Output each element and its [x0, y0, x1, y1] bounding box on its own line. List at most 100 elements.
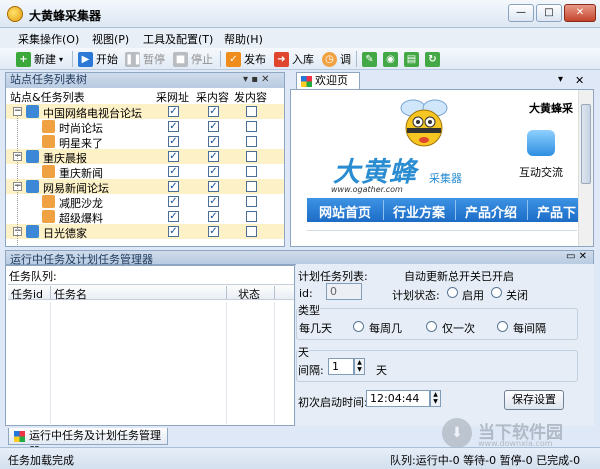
community-icon[interactable] — [527, 130, 555, 156]
vertical-scrollbar[interactable] — [578, 90, 593, 246]
checkbox-c3[interactable] — [246, 121, 257, 132]
menu-collect[interactable]: 采集操作(O) — [18, 31, 79, 47]
scroll-thumb[interactable] — [581, 104, 591, 184]
checkbox-c2[interactable]: ✓ — [208, 121, 219, 132]
queue-grid-header: 任务id 任务名 状态 — [8, 284, 294, 302]
rss-button[interactable]: ◉ — [383, 50, 398, 68]
checkbox-c3[interactable] — [246, 211, 257, 222]
checkbox-c2[interactable]: ✓ — [208, 106, 219, 117]
windows-logo-icon — [301, 76, 312, 87]
community-link[interactable]: 互动交流 — [519, 164, 563, 180]
tree-site-row[interactable]: − 日光德家 ✓ ✓ — [6, 224, 284, 240]
checkbox-c3[interactable] — [246, 151, 257, 162]
checkbox-c2[interactable]: ✓ — [208, 166, 219, 177]
tree-site-row[interactable]: − 网易新闻论坛 ✓ ✓ — [6, 179, 284, 195]
col-status[interactable]: 状态 — [238, 286, 260, 302]
tree-task-row[interactable]: 时尚论坛 ✓ ✓ — [6, 119, 284, 135]
bee-app-icon — [7, 6, 23, 22]
welcome-page-view[interactable]: 大黄蜂 采集器 www.ogather.com 大黄蜂采 互动交流 网站首页 行… — [290, 89, 594, 247]
tree-task-row[interactable]: 超级爆料 ✓ ✓ — [6, 209, 284, 225]
save-settings-button[interactable]: 保存设置 — [504, 390, 564, 410]
checkbox-c3[interactable] — [246, 196, 257, 207]
checkbox-c1[interactable]: ✓ — [168, 166, 179, 177]
start-time-field[interactable]: 12:04:44 — [366, 390, 430, 407]
tools-button[interactable]: ✎ — [362, 50, 377, 68]
radio-every-week[interactable] — [353, 321, 364, 332]
menu-tools[interactable]: 工具及配置(T) — [143, 31, 213, 47]
tab-run-manager[interactable]: 运行中任务及计划任务管理器 — [8, 428, 168, 458]
checkbox-c3[interactable] — [246, 106, 257, 117]
radio-disable[interactable] — [491, 287, 502, 298]
checkbox-c1[interactable]: ✓ — [168, 226, 179, 237]
auto-update-status: 自动更新总开关已开启 — [404, 270, 514, 283]
start-time-label: 初次启动时间: — [298, 396, 368, 409]
refresh-button[interactable]: ↻ — [425, 50, 440, 68]
stop-button[interactable]: ■ 停止 — [173, 50, 213, 68]
checkbox-c1[interactable]: ✓ — [168, 181, 179, 192]
checkbox-c2[interactable]: ✓ — [208, 136, 219, 147]
checkbox-c2[interactable]: ✓ — [208, 181, 219, 192]
tree-site-row[interactable]: − 重庆晨报 ✓ ✓ — [6, 149, 284, 165]
checkbox-c2[interactable]: ✓ — [208, 211, 219, 222]
schedule-id-field[interactable]: 0 — [326, 283, 362, 300]
col-task-id[interactable]: 任务id — [11, 286, 43, 302]
nav-solutions[interactable]: 行业方案 — [393, 202, 445, 221]
publish-button[interactable]: ✓ 发布 — [226, 50, 266, 68]
radio-enable[interactable] — [447, 287, 458, 298]
tree-task-row[interactable]: 重庆新闻 ✓ ✓ — [6, 164, 284, 180]
close-button[interactable]: ✕ — [564, 4, 596, 22]
checkbox-c3[interactable] — [246, 166, 257, 177]
tree-task-row[interactable]: 减肥沙龙 ✓ ✓ — [6, 194, 284, 210]
menu-help[interactable]: 帮助(H) — [224, 31, 263, 47]
pause-button[interactable]: ❚❚ 暂停 — [125, 50, 165, 68]
search-icon — [42, 195, 55, 208]
import-button[interactable]: ➜ 入库 — [274, 50, 314, 68]
minimize-button[interactable]: — — [508, 4, 534, 22]
checkbox-c2[interactable]: ✓ — [208, 196, 219, 207]
status-message: 任务加载完成 — [8, 454, 74, 467]
tree-task-row[interactable]: 明星来了 ✓ ✓ — [6, 134, 284, 150]
nav-home[interactable]: 网站首页 — [319, 202, 371, 221]
tab-list-arrow-icon[interactable]: ▾ — [558, 74, 563, 85]
checkbox-c1[interactable]: ✓ — [168, 106, 179, 117]
windows-logo-icon — [14, 431, 25, 442]
start-time-spinner[interactable]: ▲ ▼ — [430, 390, 441, 407]
col-task-name[interactable]: 任务名 — [54, 286, 87, 302]
print-button[interactable]: ▤ — [404, 50, 419, 68]
wrench-icon: ✎ — [362, 51, 377, 67]
toolbar: + 新建 ▾ ▶ 开始 ❚❚ 暂停 ■ 停止 ✓ 发布 ➜ 入库 ◷ 调 ✎ ◉… — [0, 48, 600, 70]
interval-unit: 天 — [376, 364, 387, 377]
nav-download[interactable]: 产品下 — [537, 202, 576, 221]
new-button[interactable]: + 新建 ▾ — [16, 50, 63, 68]
type-every-n-days-label: 每几天 — [299, 322, 332, 335]
interval-spinner[interactable]: ▲ ▼ — [354, 358, 365, 375]
checkbox-c1[interactable]: ✓ — [168, 211, 179, 222]
schedule-list-label: 计划任务列表: — [298, 270, 368, 283]
checkbox-c3[interactable] — [246, 136, 257, 147]
tab-close-icon[interactable]: ✕ — [575, 74, 584, 87]
checkbox-c1[interactable]: ✓ — [168, 136, 179, 147]
checkbox-c1[interactable]: ✓ — [168, 121, 179, 132]
search-icon — [42, 165, 55, 178]
maximize-button[interactable]: □ — [536, 4, 562, 22]
run-panel-controls[interactable]: ▭ ✕ — [566, 251, 587, 262]
checkbox-c3[interactable] — [246, 226, 257, 237]
nav-products[interactable]: 产品介绍 — [465, 202, 517, 221]
radio-interval[interactable] — [497, 321, 508, 332]
checkbox-c2[interactable]: ✓ — [208, 226, 219, 237]
checkbox-c1[interactable]: ✓ — [168, 196, 179, 207]
interval-field[interactable]: 1 — [328, 358, 354, 375]
tab-welcome[interactable]: 欢迎页 — [296, 72, 360, 89]
type-once-label: 仅一次 — [442, 322, 475, 335]
panel-pin-controls[interactable]: ▾ ▪ ✕ — [243, 73, 270, 87]
plus-icon: + — [16, 51, 31, 67]
schedule-button[interactable]: ◷ 调 — [322, 50, 351, 68]
checkbox-c2[interactable]: ✓ — [208, 151, 219, 162]
radio-once[interactable] — [426, 321, 437, 332]
type-interval-label: 每间隔 — [513, 322, 546, 335]
tree-site-row[interactable]: − 中国网络电视台论坛 ✓ ✓ — [6, 104, 284, 120]
menu-view[interactable]: 视图(P) — [92, 31, 129, 47]
start-button[interactable]: ▶ 开始 — [78, 50, 118, 68]
checkbox-c1[interactable]: ✓ — [168, 151, 179, 162]
checkbox-c3[interactable] — [246, 181, 257, 192]
